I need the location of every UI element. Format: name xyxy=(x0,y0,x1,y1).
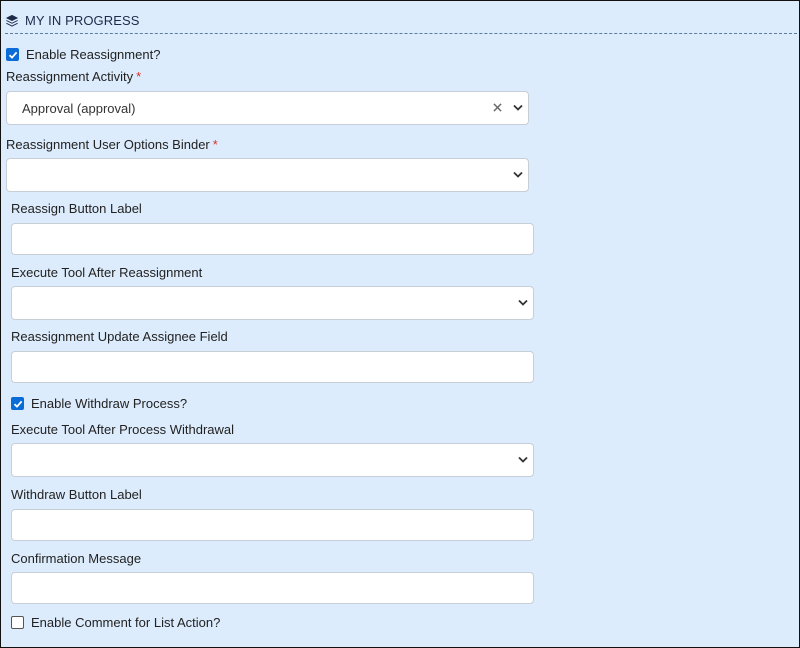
execute-tool-after-withdrawal-select[interactable] xyxy=(11,443,534,477)
chevron-down-icon xyxy=(518,299,528,306)
reassign-button-label-input[interactable] xyxy=(11,223,534,255)
update-assignee-field-label: Reassignment Update Assignee Field xyxy=(11,329,228,344)
chevron-down-icon xyxy=(513,104,523,111)
reassignment-activity-value: Approval (approval) xyxy=(22,100,136,116)
enable-reassignment-row[interactable]: Enable Reassignment? xyxy=(6,47,160,62)
enable-withdraw-row[interactable]: Enable Withdraw Process? xyxy=(11,396,187,411)
enable-comment-checkbox[interactable] xyxy=(11,616,24,629)
enable-comment-label: Enable Comment for List Action? xyxy=(31,615,221,630)
enable-reassignment-checkbox[interactable] xyxy=(6,48,19,61)
check-icon xyxy=(8,51,17,59)
update-assignee-field-input[interactable] xyxy=(11,351,534,383)
required-mark: * xyxy=(212,137,218,152)
execute-tool-after-withdrawal-label: Execute Tool After Process Withdrawal xyxy=(11,422,235,437)
user-options-binder-select[interactable] xyxy=(6,158,529,192)
enable-withdraw-label: Enable Withdraw Process? xyxy=(31,396,188,411)
section-title: MY IN PROGRESS xyxy=(25,13,140,28)
reassign-button-label-label: Reassign Button Label xyxy=(11,201,142,216)
layers-icon xyxy=(5,14,19,27)
chevron-down-icon xyxy=(513,171,523,178)
required-mark: * xyxy=(136,69,142,84)
section-divider xyxy=(5,33,797,34)
enable-withdraw-checkbox[interactable] xyxy=(11,397,24,410)
reassignment-activity-select[interactable]: Approval (approval) xyxy=(6,91,529,125)
execute-tool-after-reassignment-select[interactable] xyxy=(11,286,534,320)
withdraw-button-label-input[interactable] xyxy=(11,509,534,541)
check-icon xyxy=(13,400,22,408)
clear-icon[interactable] xyxy=(493,103,502,112)
execute-tool-after-reassignment-label: Execute Tool After Reassignment xyxy=(11,265,203,280)
section-header: MY IN PROGRESS xyxy=(5,13,140,28)
enable-comment-row[interactable]: Enable Comment for List Action? xyxy=(11,615,220,630)
withdraw-button-label-label: Withdraw Button Label xyxy=(11,487,142,502)
my-in-progress-panel: MY IN PROGRESS Enable Reassignment? Reas… xyxy=(0,0,800,648)
enable-reassignment-label: Enable Reassignment? xyxy=(26,47,161,62)
confirmation-message-label: Confirmation Message xyxy=(11,551,142,566)
reassignment-activity-label: Reassignment Activity * xyxy=(6,69,142,84)
confirmation-message-input[interactable] xyxy=(11,572,534,604)
user-options-binder-label: Reassignment User Options Binder * xyxy=(6,137,218,152)
chevron-down-icon xyxy=(518,456,528,463)
